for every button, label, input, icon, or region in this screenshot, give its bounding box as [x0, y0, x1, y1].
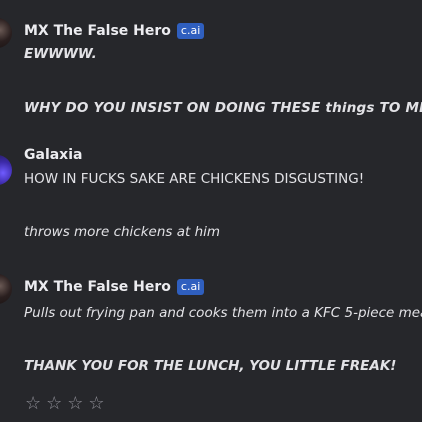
message-text: WHY DO YOU INSIST ON DOING THESE things …	[24, 100, 422, 116]
author-name: MX The False Hero c.ai	[24, 279, 205, 295]
author-name: MX The False Hero c.ai	[24, 23, 205, 39]
author-label: MX The False Hero	[24, 23, 171, 39]
avatar[interactable]	[0, 18, 12, 48]
cai-badge: c.ai	[176, 279, 205, 295]
cai-badge: c.ai	[176, 23, 205, 39]
rating-stars: ☆☆☆☆	[25, 393, 110, 414]
avatar[interactable]	[0, 274, 12, 304]
message-text: throws more chickens at him	[24, 224, 221, 240]
star-icon[interactable]: ☆	[46, 393, 67, 414]
message-text: HOW IN FUCKS SAKE ARE CHICKENS DISGUSTIN…	[24, 171, 365, 187]
author-label: MX The False Hero	[24, 279, 171, 295]
star-icon[interactable]: ☆	[67, 393, 88, 414]
message-text: Pulls out frying pan and cooks them into…	[24, 305, 422, 321]
author-name: Galaxia	[24, 147, 83, 163]
star-icon[interactable]: ☆	[88, 393, 109, 414]
message-text: THANK YOU FOR THE LUNCH, YOU LITTLE FREA…	[24, 358, 397, 374]
star-icon[interactable]: ☆	[25, 393, 46, 414]
avatar[interactable]	[0, 155, 12, 185]
message-text: EWWWW.	[24, 46, 97, 62]
